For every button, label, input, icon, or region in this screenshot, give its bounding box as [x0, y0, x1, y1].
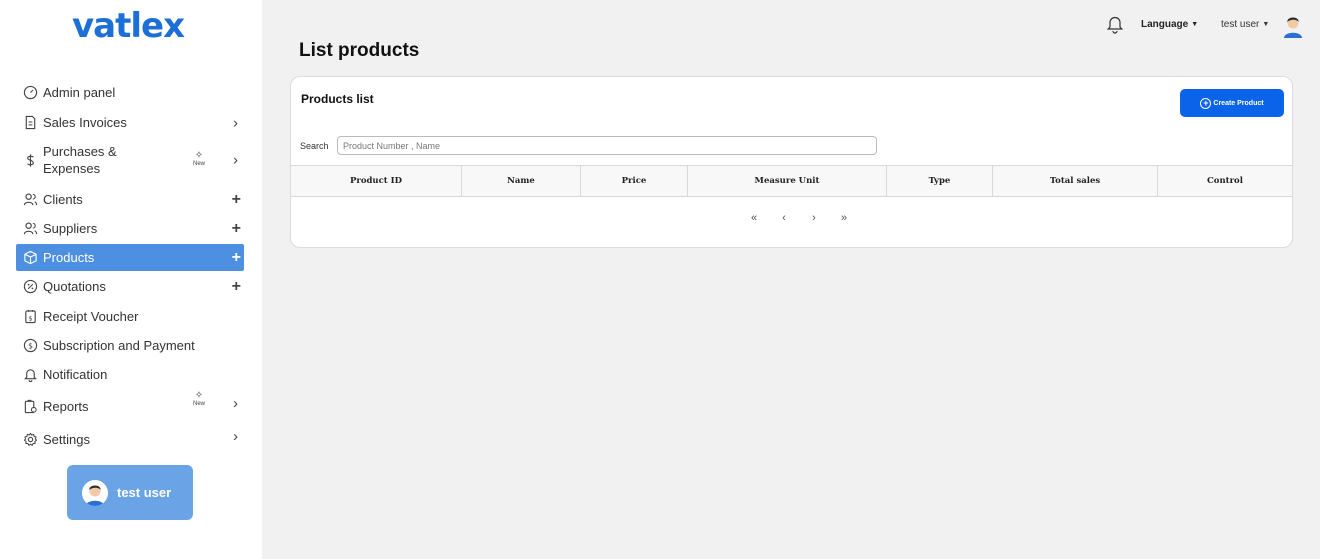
user-menu-label: test user — [1221, 19, 1260, 30]
sidebar-item-reports[interactable]: Reports ✧ New › — [16, 390, 244, 420]
app-logo[interactable]: vatlex — [72, 6, 185, 46]
chevron-right-icon: › — [233, 114, 238, 131]
page-title: List products — [299, 40, 420, 61]
sidebar-item-label: Purchases & Expenses — [43, 144, 117, 176]
sidebar: vatlex Admin panel Sales Invoices › Purc… — [0, 0, 262, 559]
last-page-button[interactable]: » — [829, 212, 859, 224]
dollar-circle-icon: $ — [22, 338, 38, 354]
sidebar-item-suppliers[interactable]: Suppliers + — [16, 215, 244, 242]
avatar[interactable] — [1280, 12, 1306, 38]
pagination: « ‹ › » — [739, 212, 859, 224]
sidebar-item-admin-panel[interactable]: Admin panel — [16, 79, 244, 106]
new-badge: ✧ New — [192, 150, 206, 168]
sidebar-item-label: Admin panel — [43, 85, 116, 100]
sidebar-item-sales-invoices[interactable]: Sales Invoices › — [16, 109, 244, 136]
sidebar-item-quotations[interactable]: Quotations + — [16, 273, 244, 300]
sidebar-item-purchases-expenses[interactable]: Purchases & Expenses ✧ New › — [16, 142, 244, 178]
card-title: Products list — [301, 92, 374, 106]
search-label: Search — [300, 141, 329, 151]
sidebar-item-label: Receipt Voucher — [43, 309, 139, 324]
avatar — [82, 479, 108, 506]
sidebar-item-label: Notification — [43, 367, 108, 382]
invoice-icon — [22, 115, 38, 131]
sidebar-item-notification[interactable]: Notification — [16, 361, 244, 388]
plus-circle-icon: + — [1200, 97, 1212, 109]
column-header-name[interactable]: Name — [462, 166, 581, 196]
gauge-icon — [22, 85, 38, 101]
percent-icon — [22, 279, 38, 295]
users-icon — [22, 192, 38, 208]
user-card[interactable]: test user — [67, 465, 193, 520]
new-badge-label: New — [192, 161, 205, 167]
sidebar-item-settings[interactable]: Settings › — [16, 426, 244, 453]
report-icon — [22, 399, 38, 415]
column-header-price[interactable]: Price — [581, 166, 688, 196]
new-badge: ✧ New — [192, 390, 206, 408]
chevron-right-icon: › — [233, 427, 238, 445]
sparkle-icon: ✧ — [194, 390, 204, 401]
add-supplier-button[interactable]: + — [232, 220, 241, 238]
users-icon — [22, 221, 38, 237]
sidebar-item-clients[interactable]: Clients + — [16, 186, 244, 213]
user-card-name: test user — [117, 485, 172, 500]
add-product-button[interactable]: + — [232, 249, 241, 267]
svg-text:$: $ — [28, 341, 33, 350]
table-header: Product ID Name Price Measure Unit Type … — [291, 165, 1292, 197]
search-input[interactable] — [337, 136, 877, 155]
column-header-product-id[interactable]: Product ID — [291, 166, 462, 196]
products-card: Products list + Create Product Search Pr… — [290, 76, 1293, 248]
sidebar-item-products[interactable]: Products + — [16, 244, 244, 271]
svg-text:$: $ — [28, 314, 32, 322]
caret-down-icon: ▼ — [1262, 21, 1270, 28]
sidebar-item-subscription-payment[interactable]: $ Subscription and Payment — [16, 332, 244, 359]
sidebar-item-receipt-voucher[interactable]: $ Receipt Voucher — [16, 303, 244, 330]
column-header-measure-unit[interactable]: Measure Unit — [688, 166, 887, 196]
next-page-button[interactable]: › — [799, 212, 829, 224]
sidebar-item-label: Quotations — [43, 279, 106, 294]
receipt-icon: $ — [22, 309, 38, 325]
caret-down-icon: ▼ — [1191, 21, 1199, 28]
user-menu-dropdown[interactable]: test user ▼ — [1221, 19, 1269, 30]
sidebar-item-label: Products — [43, 250, 95, 265]
sidebar-item-label: Reports — [43, 399, 89, 414]
add-client-button[interactable]: + — [232, 191, 241, 209]
column-header-total-sales[interactable]: Total sales — [993, 166, 1158, 196]
language-label: Language — [1141, 19, 1189, 30]
sidebar-item-label: Clients — [43, 192, 83, 207]
add-quotation-button[interactable]: + — [232, 278, 241, 296]
column-header-type[interactable]: Type — [887, 166, 993, 196]
language-dropdown[interactable]: Language ▼ — [1141, 19, 1198, 30]
box-icon — [22, 250, 38, 266]
first-page-button[interactable]: « — [739, 212, 769, 224]
sidebar-item-label: Subscription and Payment — [43, 338, 195, 353]
sidebar-item-label: Sales Invoices — [43, 115, 127, 130]
sidebar-item-label: Suppliers — [43, 221, 98, 236]
gear-icon — [22, 432, 38, 448]
previous-page-button[interactable]: ‹ — [769, 212, 799, 224]
sidebar-item-label: Settings — [43, 432, 90, 447]
new-badge-label: New — [192, 401, 205, 407]
sparkle-icon: ✧ — [194, 150, 204, 161]
bell-icon — [22, 367, 38, 383]
column-header-control: Control — [1207, 176, 1243, 186]
dollar-icon — [22, 152, 38, 168]
chevron-right-icon: › — [233, 394, 238, 412]
notification-bell-icon[interactable] — [1106, 14, 1124, 34]
create-product-button[interactable]: + Create Product — [1180, 89, 1284, 117]
create-product-label: Create Product — [1213, 99, 1264, 107]
chevron-right-icon: › — [233, 151, 238, 169]
